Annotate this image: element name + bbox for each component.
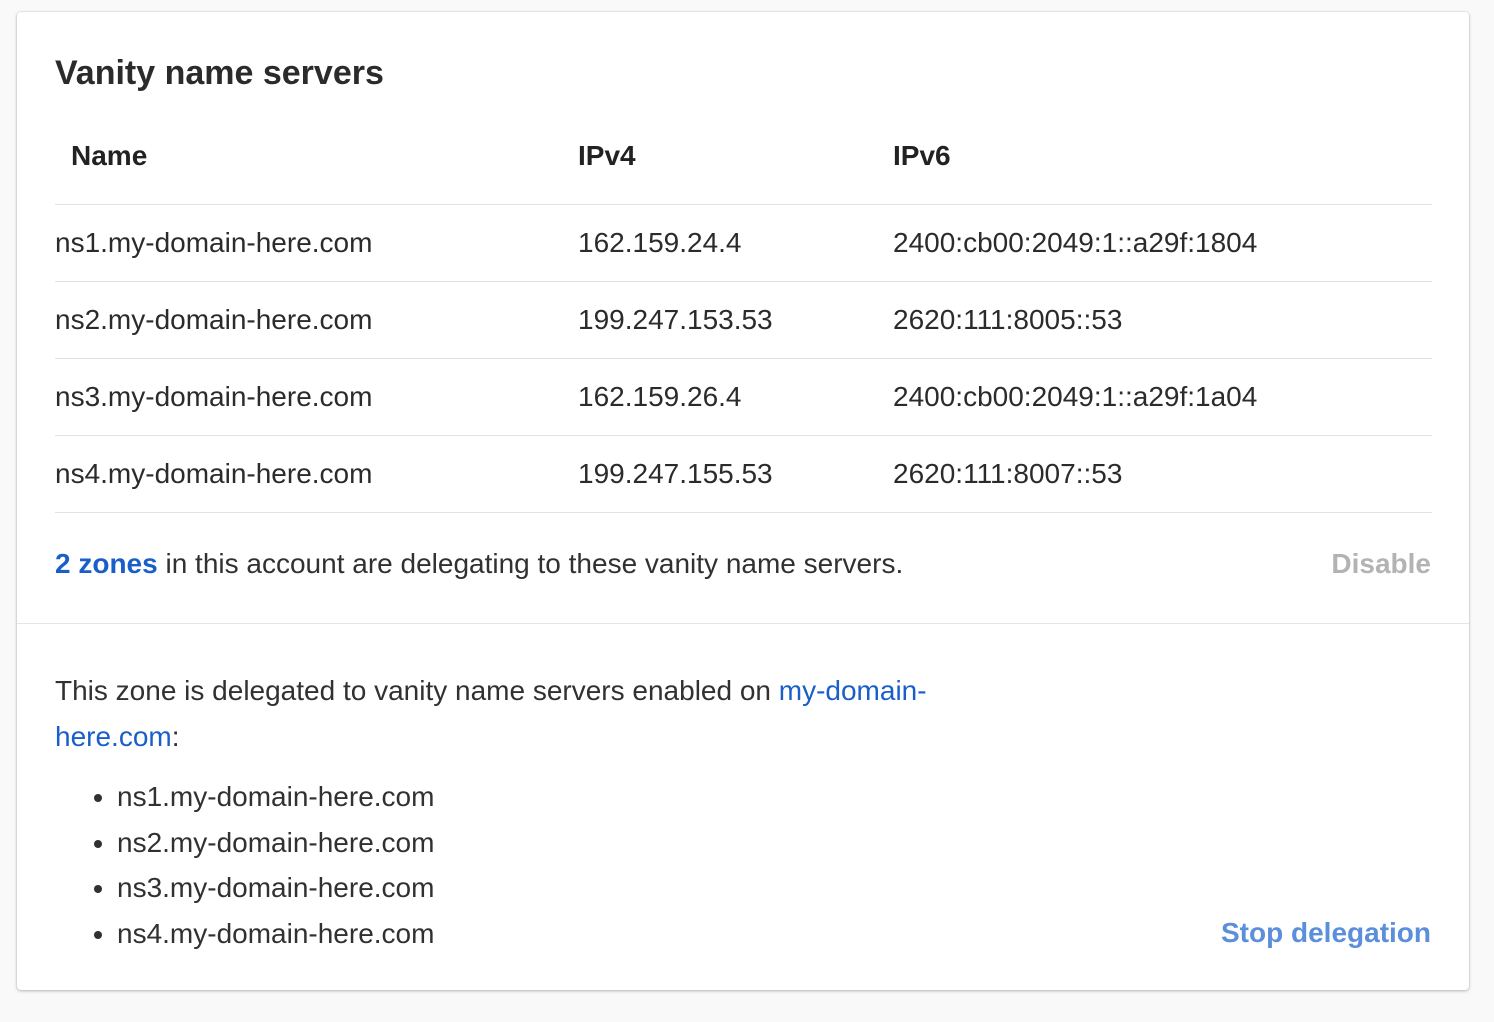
cell-name: ns2.my-domain-here.com [55,281,578,359]
table-row: ns4.my-domain-here.com 199.247.155.53 26… [55,435,1432,513]
cell-ipv4: 162.159.24.4 [578,204,893,282]
name-servers-table: Name IPv4 IPv6 ns1.my-domain-here.com 16… [55,138,1432,513]
vanity-servers-section: Vanity name servers Name IPv4 IPv6 ns1.m… [17,12,1469,624]
table-row: ns1.my-domain-here.com 162.159.24.4 2400… [55,204,1432,282]
zones-summary-row: 2 zones in this account are delegating t… [55,542,1431,586]
list-item: ns3.my-domain-here.com [117,865,1431,911]
column-header-name: Name [55,138,578,205]
delegation-text: This zone is delegated to vanity name se… [55,675,779,706]
cell-ipv4: 199.247.155.53 [578,435,893,513]
card-title: Vanity name servers [55,54,384,92]
table-header-row: Name IPv4 IPv6 [55,138,1432,205]
vanity-name-servers-card: Vanity name servers Name IPv4 IPv6 ns1.m… [17,12,1469,990]
cell-ipv6: 2400:cb00:2049:1::a29f:1804 [893,204,1432,282]
stop-delegation-button[interactable]: Stop delegation [1221,917,1431,949]
list-item: ns2.my-domain-here.com [117,820,1431,866]
column-header-ipv6: IPv6 [893,138,1432,205]
delegation-section: This zone is delegated to vanity name se… [17,624,1469,989]
cell-ipv6: 2620:111:8005::53 [893,281,1432,359]
column-header-ipv4: IPv4 [578,138,893,205]
cell-name: ns4.my-domain-here.com [55,435,578,513]
cell-ipv6: 2400:cb00:2049:1::a29f:1a04 [893,358,1432,436]
table-row: ns2.my-domain-here.com 199.247.153.53 26… [55,281,1432,359]
cell-name: ns3.my-domain-here.com [55,358,578,436]
table-row: ns3.my-domain-here.com 162.159.26.4 2400… [55,358,1432,436]
cell-ipv6: 2620:111:8007::53 [893,435,1432,513]
zones-count-link[interactable]: 2 zones [55,548,158,579]
list-item: ns1.my-domain-here.com [117,774,1431,820]
delegation-description: This zone is delegated to vanity name se… [55,668,1035,760]
zones-summary-text: in this account are delegating to these … [157,548,904,579]
cell-ipv4: 199.247.153.53 [578,281,893,359]
delegation-suffix: : [171,721,180,752]
cell-name: ns1.my-domain-here.com [55,204,578,282]
cell-ipv4: 162.159.26.4 [578,358,893,436]
disable-button[interactable]: Disable [1331,548,1431,580]
zones-summary: 2 zones in this account are delegating t… [55,548,903,580]
